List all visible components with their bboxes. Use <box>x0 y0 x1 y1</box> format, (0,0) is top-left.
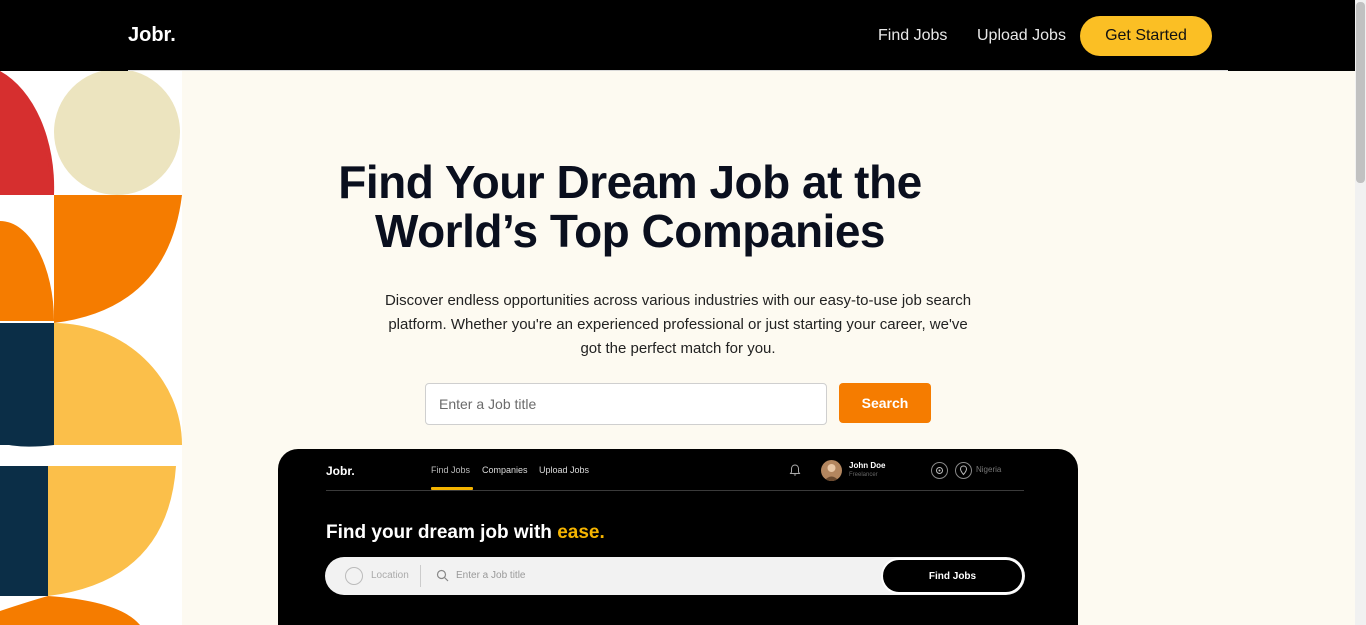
top-navbar: Jobr. Find Jobs Upload Jobs Get Started <box>0 0 1355 71</box>
preview-tab-find-jobs: Find Jobs <box>431 465 471 475</box>
preview-user-name: John Doe <box>849 461 886 470</box>
preview-job-placeholder: Enter a Job title <box>456 570 526 581</box>
preview-search-separator <box>420 565 421 587</box>
preview-tab-companies: Companies <box>482 465 528 475</box>
hero-title-line-2: World’s Top Companies <box>374 205 886 257</box>
page-scrollbar[interactable] <box>1355 0 1366 625</box>
hero-title: Find Your Dream Job at the World’s Top C… <box>280 158 980 256</box>
preview-headline-text: Find your dream job with <box>326 522 558 543</box>
navbar-divider <box>128 70 1228 71</box>
preview-headline-accent: ease. <box>557 522 605 543</box>
preview-search-bar: Location Enter a Job title Find Jobs <box>325 557 1025 595</box>
app-preview-card: Jobr. Find Jobs Companies Upload Jobs Jo… <box>278 449 1078 625</box>
nav-link-find-jobs[interactable]: Find Jobs <box>878 27 947 45</box>
get-started-button[interactable]: Get Started <box>1080 16 1212 56</box>
gear-icon <box>931 462 948 479</box>
preview-divider <box>326 490 1024 491</box>
avatar-illustration <box>824 464 839 481</box>
gear-icon-glyph <box>936 467 943 474</box>
hero-description: Discover endless opportunities across va… <box>384 292 972 357</box>
decorative-geometric-panel <box>0 71 182 625</box>
scrollbar-thumb[interactable] <box>1356 2 1365 183</box>
site-logo[interactable]: Jobr. <box>128 24 176 47</box>
preview-logo: Jobr. <box>326 464 355 478</box>
preview-headline: Find your dream job with ease. <box>326 522 605 544</box>
avatar <box>821 460 842 481</box>
bell-icon <box>789 464 801 476</box>
preview-country: Nigeria <box>976 465 1002 474</box>
nav-link-upload-jobs[interactable]: Upload Jobs <box>977 27 1066 45</box>
preview-location-placeholder: Location <box>371 570 409 581</box>
geometric-shapes-illustration <box>0 71 182 625</box>
location-pin-icon-glyph <box>959 465 968 476</box>
job-title-search-input[interactable] <box>425 383 827 425</box>
preview-tab-upload-jobs: Upload Jobs <box>539 465 590 475</box>
search-icon <box>436 569 449 582</box>
hero-title-line-1: Find Your Dream Job at the <box>338 156 922 208</box>
preview-user-role: Freelancer <box>849 472 878 478</box>
location-pin-icon <box>955 462 972 479</box>
preview-find-jobs-button: Find Jobs <box>881 558 1024 594</box>
search-button[interactable]: Search <box>839 383 931 423</box>
location-icon <box>345 567 363 585</box>
